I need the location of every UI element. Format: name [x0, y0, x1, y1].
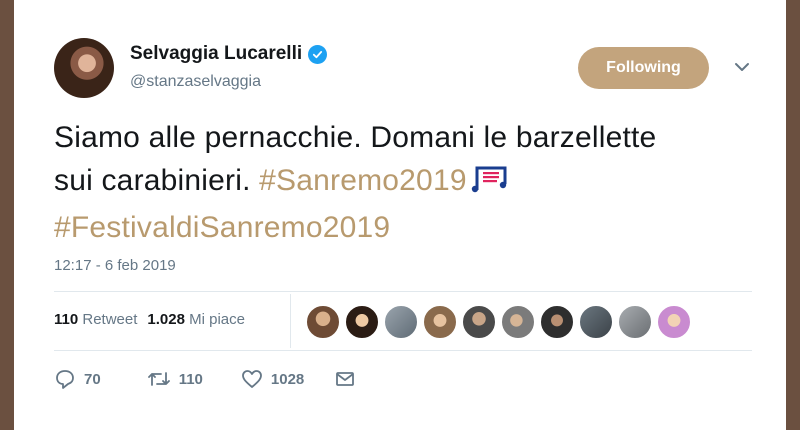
retweet-action[interactable]: 110 [147, 368, 203, 390]
retweet-icon[interactable] [147, 368, 171, 390]
tweet-text-line3: #FestivaldiSanremo2019 [54, 206, 754, 249]
tweet-text-line1: Siamo alle pernacchie. Domani le barzell… [54, 121, 657, 154]
tweet-text-line2-prefix: sui carabinieri. [54, 164, 260, 197]
engagement-stats: 110 Retweet 1.028 Mi piace [54, 311, 245, 328]
liker-avatar[interactable] [384, 305, 418, 339]
liker-avatar[interactable] [657, 305, 691, 339]
author-name-row[interactable]: Selvaggia Lucarelli [130, 43, 328, 65]
liker-avatars [306, 305, 691, 339]
heart-icon[interactable] [241, 368, 263, 390]
direct-message-action[interactable] [334, 368, 356, 390]
hashtag-sanremo2019[interactable]: #Sanremo2019 [259, 164, 467, 197]
music-notes-icon [471, 163, 511, 206]
like-count: 1028 [270, 370, 305, 388]
liker-avatar[interactable] [462, 305, 496, 339]
liker-avatar[interactable] [306, 305, 340, 339]
tweet-text-line2: sui carabinieri. #Sanremo2019 [54, 159, 754, 206]
author-name[interactable]: Selvaggia Lucarelli [130, 43, 302, 65]
author-avatar[interactable] [54, 38, 114, 98]
reply-action[interactable]: 70 [54, 368, 101, 390]
retweet-count: 110 [178, 370, 203, 388]
liker-avatar[interactable] [501, 305, 535, 339]
tweet-timestamp[interactable]: 12:17 - 6 feb 2019 [54, 257, 176, 274]
liker-avatar[interactable] [345, 305, 379, 339]
likes-stat[interactable]: 1.028 Mi piace [147, 311, 245, 328]
divider-top [54, 291, 752, 292]
chevron-down-icon[interactable] [733, 58, 751, 76]
reply-count: 70 [84, 370, 101, 388]
verified-badge-icon [308, 44, 328, 64]
liker-avatar[interactable] [540, 305, 574, 339]
author-handle[interactable]: @stanzaselvaggia [130, 73, 261, 91]
following-button[interactable]: Following [578, 47, 709, 89]
divider-bottom [54, 350, 752, 351]
like-action[interactable]: 1028 [241, 368, 304, 390]
envelope-icon[interactable] [334, 368, 356, 390]
tweet-actions: 70 110 1028 [54, 368, 380, 390]
hashtag-festivaldisanremo2019[interactable]: #FestivaldiSanremo2019 [54, 211, 390, 244]
reply-icon[interactable] [54, 368, 76, 390]
liker-avatar[interactable] [423, 305, 457, 339]
stats-separator [290, 294, 291, 348]
tweet-text: Siamo alle pernacchie. Domani le barzell… [54, 116, 754, 249]
retweets-stat[interactable]: 110 Retweet [54, 311, 137, 328]
liker-avatar[interactable] [618, 305, 652, 339]
liker-avatar[interactable] [579, 305, 613, 339]
